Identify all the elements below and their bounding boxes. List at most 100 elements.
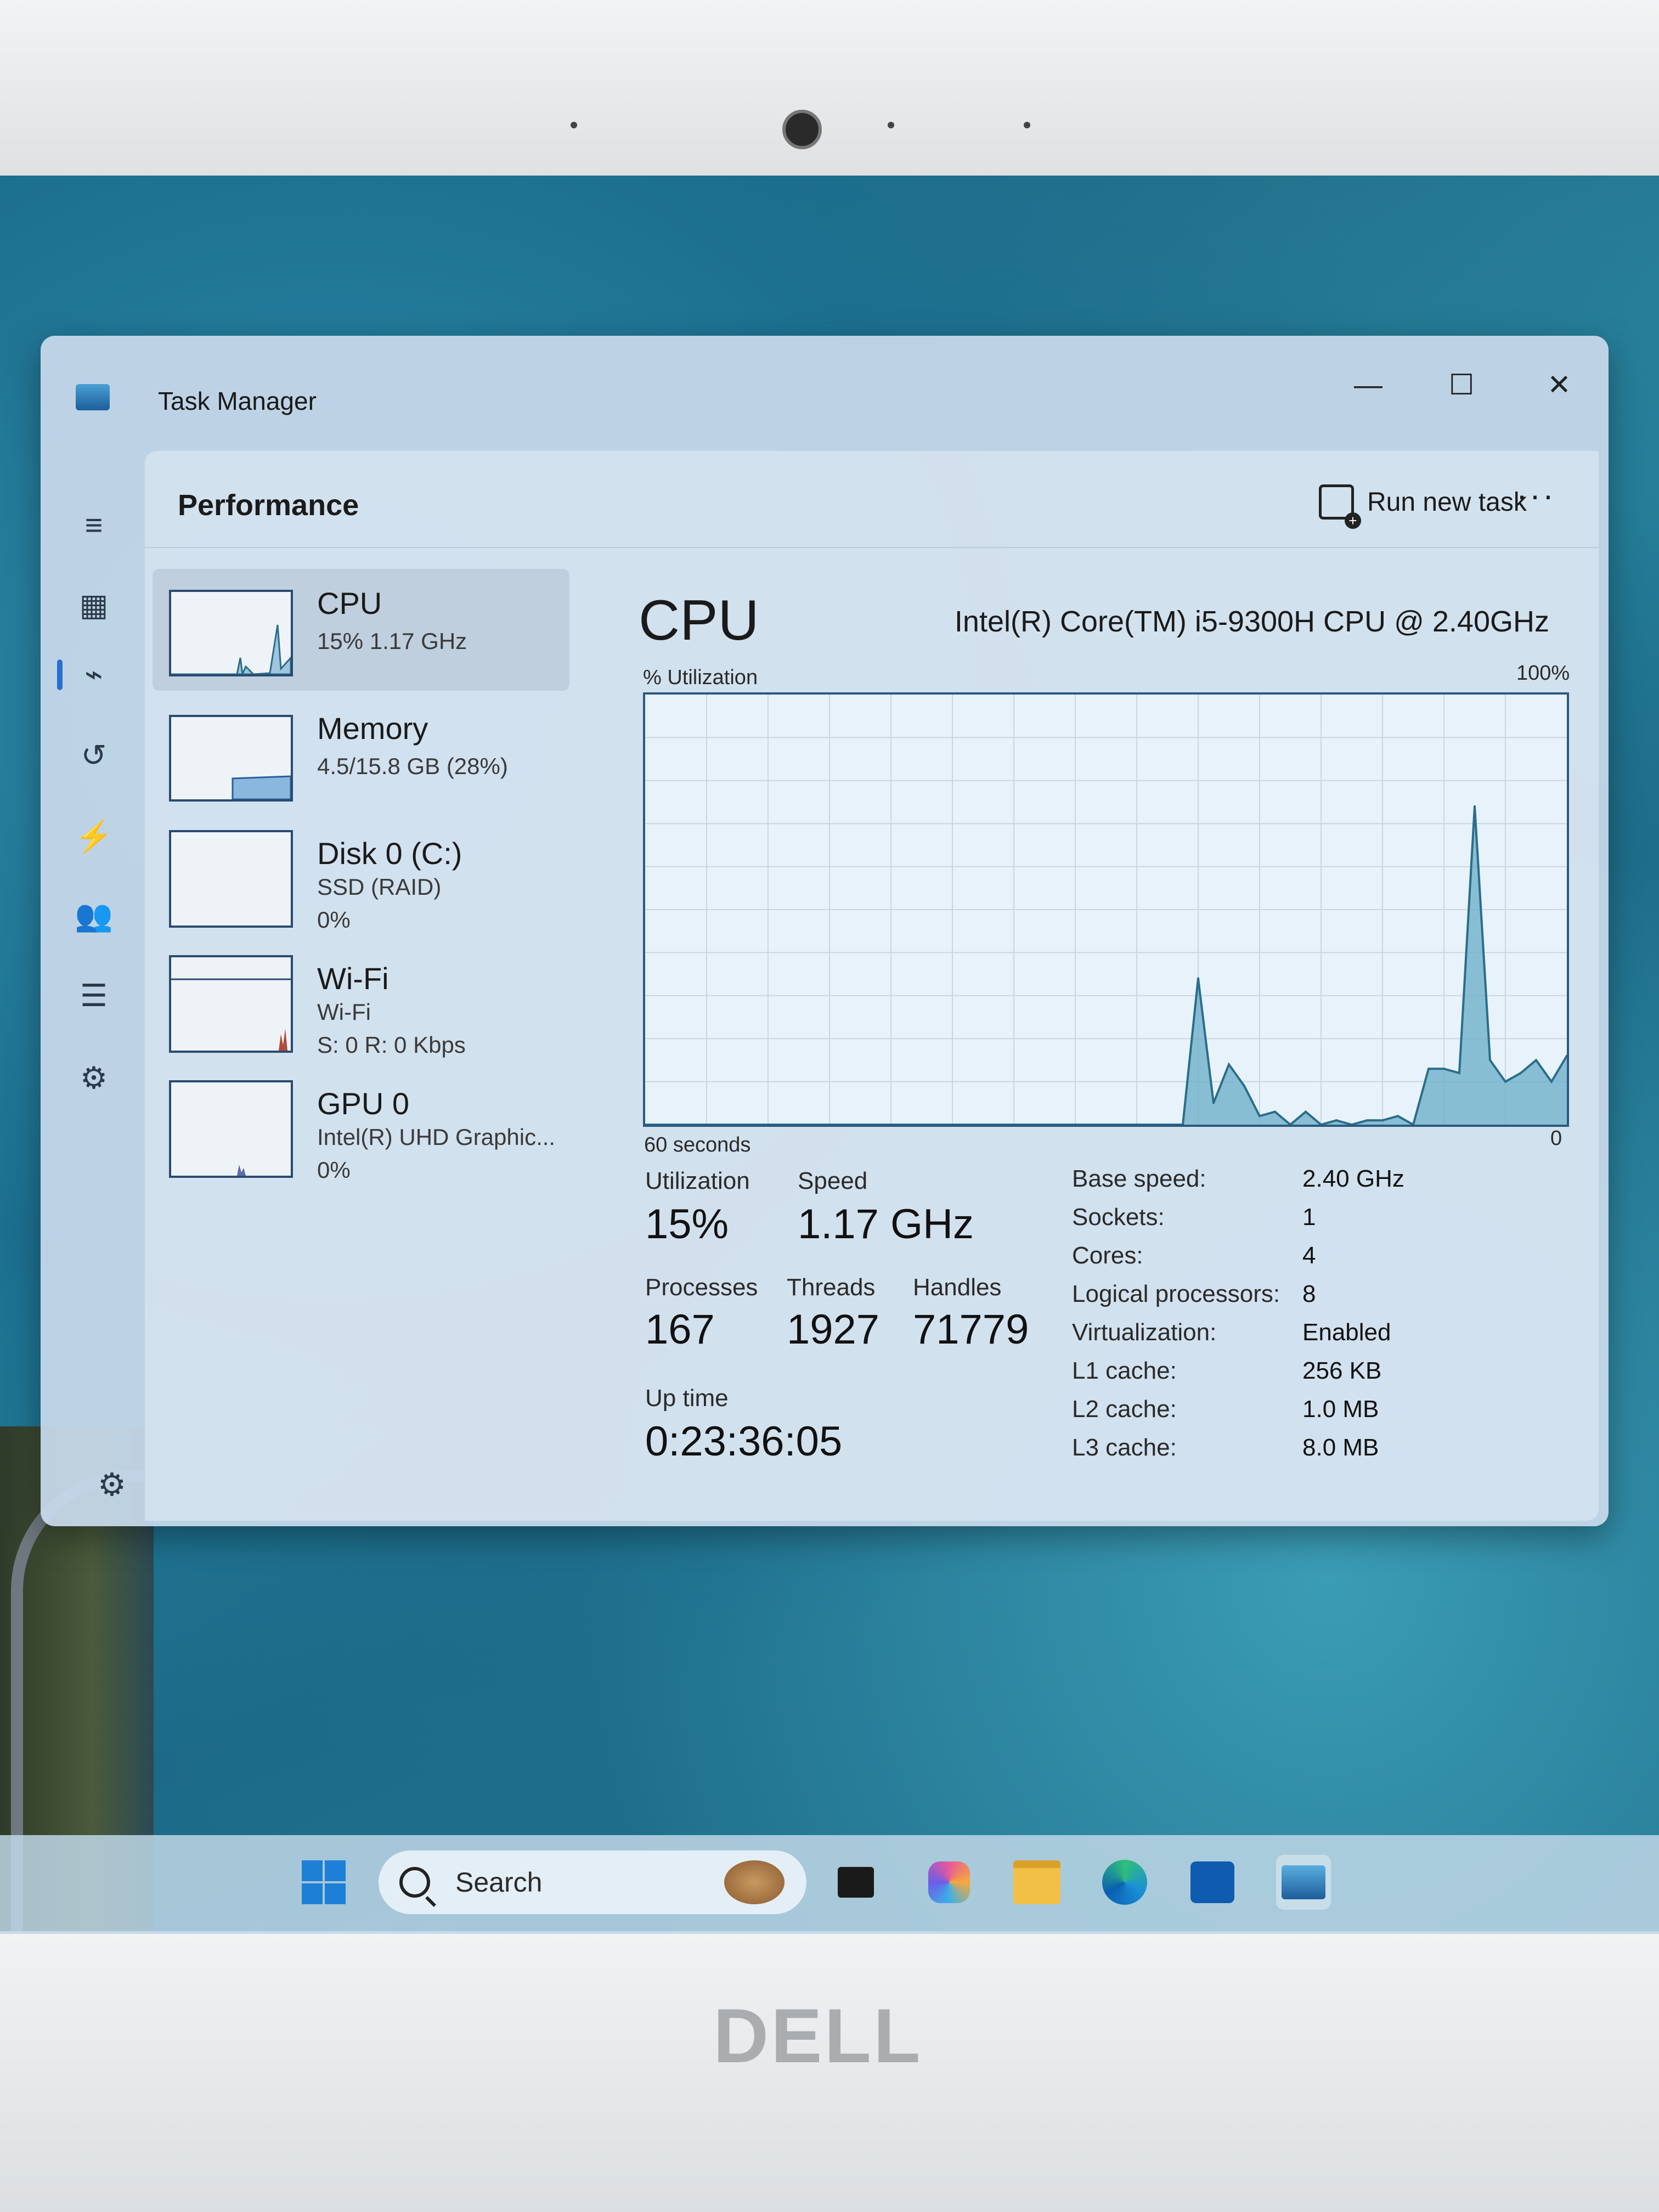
- speed-value: 1.17 GHz: [798, 1201, 974, 1248]
- cpu-sample-point: [1274, 1110, 1276, 1113]
- active-indicator: [57, 659, 63, 690]
- detail-key: L3 cache:: [1072, 1434, 1177, 1461]
- startup-icon[interactable]: ⚡: [75, 817, 113, 856]
- webcam: [782, 110, 822, 149]
- device-item-cpu[interactable]: CPU 15% 1.17 GHz: [153, 569, 569, 691]
- detail-key: L1 cache:: [1072, 1357, 1177, 1384]
- cpu-utilization-chart: [643, 692, 1569, 1127]
- taskbar-search[interactable]: Search: [379, 1850, 806, 1914]
- copilot-icon[interactable]: [922, 1855, 977, 1910]
- handles-label: Handles: [913, 1274, 1002, 1301]
- device-name: Wi-Fi: [317, 961, 389, 996]
- cpu-heading: CPU: [639, 589, 759, 652]
- cpu-thumbnail: [169, 590, 293, 676]
- detail-value: 1: [1302, 1204, 1316, 1231]
- threads-label: Threads: [787, 1274, 876, 1301]
- services-icon[interactable]: ⚙: [75, 1059, 113, 1097]
- detail-value: 2.40 GHz: [1302, 1165, 1404, 1192]
- y-axis-label: % Utilization: [643, 666, 758, 689]
- search-label: Search: [455, 1867, 543, 1898]
- cpu-utilization-area: [645, 806, 1567, 1125]
- cpu-sample-point: [1489, 1059, 1491, 1062]
- search-highlight-icon: [724, 1860, 785, 1904]
- memory-thumbnail: [169, 715, 293, 802]
- window-title: Task Manager: [158, 387, 317, 415]
- cpu-sample-point: [1520, 1071, 1522, 1074]
- cpu-sample-point: [1305, 1110, 1307, 1113]
- settings-icon[interactable]: ⚙: [98, 1466, 126, 1503]
- performance-icon[interactable]: ⌁: [75, 655, 113, 693]
- threads-value: 1927: [787, 1306, 880, 1353]
- device-usage: 0%: [317, 907, 351, 933]
- users-icon[interactable]: 👥: [75, 896, 113, 935]
- detail-value: 4: [1302, 1242, 1316, 1269]
- cpu-chart-svg: [644, 695, 1568, 1126]
- handles-value: 71779: [913, 1306, 1029, 1353]
- run-new-task-button[interactable]: Run new task: [1319, 477, 1527, 529]
- device-usage: 0%: [317, 1157, 351, 1183]
- sensor-dot: [888, 122, 894, 128]
- details-icon[interactable]: ☰: [75, 977, 113, 1015]
- store-icon[interactable]: [1185, 1855, 1240, 1910]
- device-name: Memory: [317, 711, 428, 746]
- detail-value: 8: [1302, 1280, 1316, 1307]
- utilization-label: Utilization: [645, 1167, 750, 1194]
- processes-label: Processes: [645, 1274, 758, 1301]
- detail-key: Virtualization:: [1072, 1319, 1217, 1346]
- cpu-sample-point: [1212, 1102, 1215, 1104]
- detail-key: Logical processors:: [1072, 1280, 1280, 1307]
- menu-icon[interactable]: ≡: [75, 506, 113, 544]
- maximize-button[interactable]: ☐: [1440, 369, 1483, 402]
- close-button[interactable]: ✕: [1537, 369, 1581, 402]
- detail-key: L2 cache:: [1072, 1396, 1177, 1423]
- detail-value: Enabled: [1302, 1319, 1391, 1346]
- device-item-gpu[interactable]: GPU 0 Intel(R) UHD Graphic... 0%: [153, 1069, 569, 1191]
- detail-value: 256 KB: [1302, 1357, 1382, 1384]
- device-detail: SSD (RAID): [317, 874, 442, 900]
- uptime-value: 0:23:36:05: [645, 1418, 843, 1465]
- cpu-sample-point: [1504, 1080, 1506, 1083]
- header-divider: [145, 547, 1599, 548]
- processes-icon[interactable]: ▦: [75, 586, 113, 624]
- detail-key: Sockets:: [1072, 1204, 1165, 1231]
- edge-icon[interactable]: [1097, 1855, 1152, 1910]
- device-item-wifi[interactable]: Wi-Fi Wi-Fi S: 0 R: 0 Kbps: [153, 944, 569, 1066]
- task-manager-icon[interactable]: [1276, 1855, 1331, 1910]
- run-task-icon: [1319, 484, 1361, 529]
- cpu-sample-point: [1381, 1119, 1384, 1122]
- device-item-disk[interactable]: Disk 0 (C:) SSD (RAID) 0%: [153, 819, 569, 941]
- sensor-dot: [571, 122, 577, 128]
- cpu-sample-point: [1458, 1071, 1460, 1074]
- cpu-sample-point: [1335, 1119, 1338, 1122]
- minimize-button[interactable]: —: [1346, 369, 1390, 402]
- detail-value: 1.0 MB: [1302, 1396, 1379, 1423]
- disk-thumbnail: [169, 830, 293, 928]
- x-axis-label: 60 seconds: [644, 1133, 751, 1156]
- gpu-thumbnail: [169, 1080, 293, 1178]
- cpu-sample-point: [1443, 1068, 1445, 1070]
- utilization-value: 15%: [645, 1201, 729, 1248]
- start-icon[interactable]: [296, 1855, 351, 1910]
- detail-key: Cores:: [1072, 1242, 1143, 1269]
- more-options-icon[interactable]: ···: [1516, 476, 1556, 514]
- cpu-sample-point: [1197, 977, 1199, 980]
- device-throughput: S: 0 R: 0 Kbps: [317, 1032, 466, 1058]
- search-icon: [399, 1867, 430, 1898]
- laptop-bezel-top: [0, 0, 1659, 176]
- dell-logo: DELL: [713, 1993, 923, 2079]
- y-axis-max-label: 100%: [1516, 662, 1570, 685]
- device-name: CPU: [317, 586, 382, 620]
- run-new-task-label: Run new task: [1367, 487, 1527, 517]
- cpu-sample-point: [1535, 1059, 1537, 1062]
- x-axis-zero-label: 0: [1550, 1127, 1562, 1150]
- cpu-sample-point: [1259, 1115, 1261, 1118]
- task-manager-window: Task Manager — ☐ ✕ ≡ ▦ ⌁ ↺ ⚡ 👥 ☰ ⚙ ⚙ Per…: [41, 336, 1609, 1526]
- device-item-memory[interactable]: Memory 4.5/15.8 GB (28%): [153, 694, 569, 816]
- app-history-icon[interactable]: ↺: [75, 736, 113, 775]
- task-view-icon[interactable]: [828, 1855, 883, 1910]
- uptime-label: Up time: [645, 1385, 729, 1412]
- cpu-sample-point: [1397, 1115, 1399, 1118]
- processes-value: 167: [645, 1306, 715, 1353]
- file-explorer-icon[interactable]: [1009, 1855, 1064, 1910]
- device-detail: Intel(R) UHD Graphic...: [317, 1124, 556, 1150]
